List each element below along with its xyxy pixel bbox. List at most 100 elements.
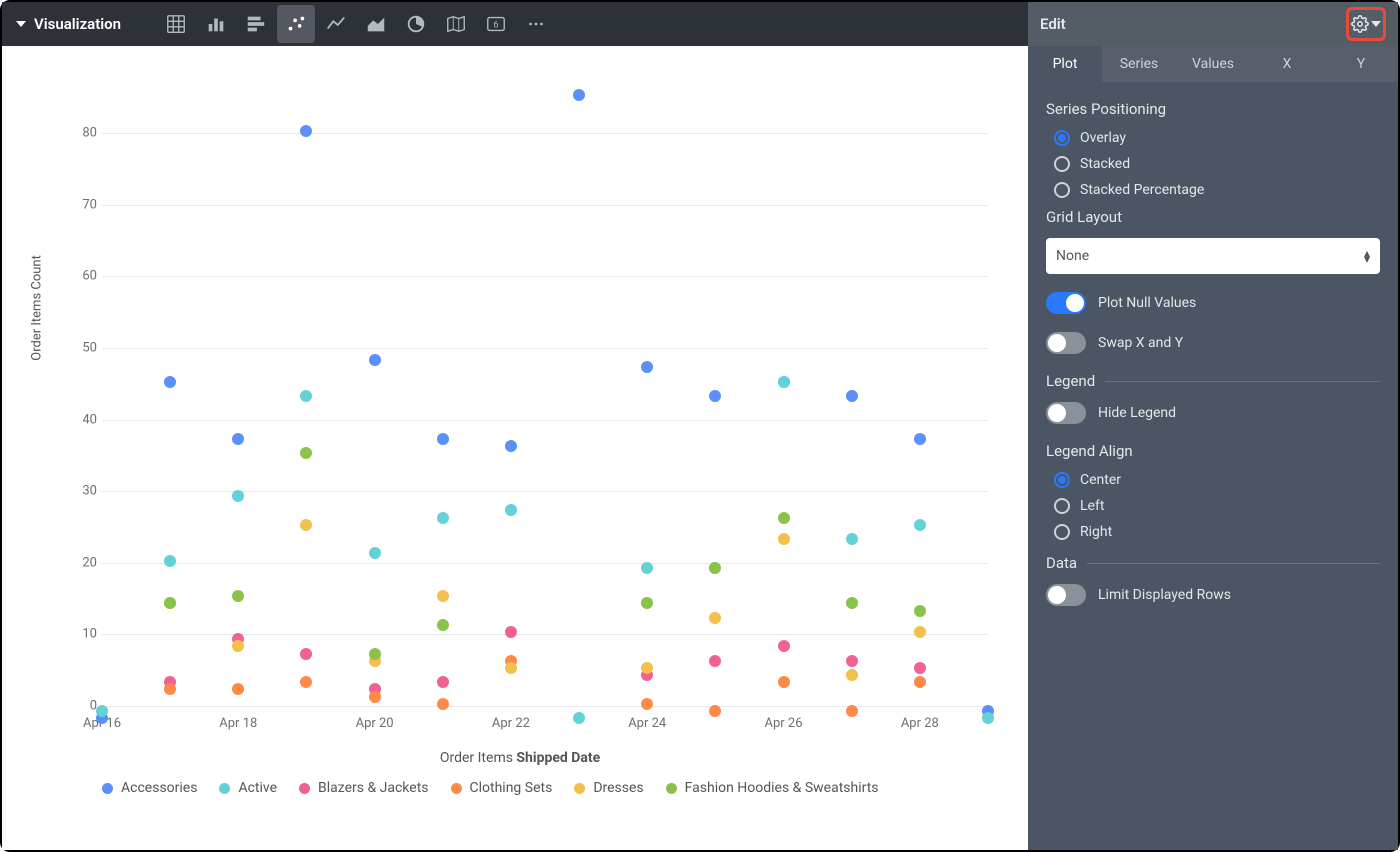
data-point[interactable] (437, 590, 449, 602)
tab-series[interactable]: Series (1102, 46, 1176, 82)
data-point[interactable] (164, 597, 176, 609)
limit-rows-toggle[interactable] (1046, 584, 1086, 606)
chart-type-table[interactable] (157, 5, 195, 43)
chart-type-single[interactable]: 6 (477, 5, 515, 43)
plot-null-toggle[interactable] (1046, 292, 1086, 314)
visualization-title-toggle[interactable]: Visualization (16, 15, 121, 33)
data-point[interactable] (778, 640, 790, 652)
chart-type-bar[interactable] (237, 5, 275, 43)
data-point[interactable] (641, 361, 653, 373)
data-point[interactable] (164, 376, 176, 388)
data-point[interactable] (709, 612, 721, 624)
data-point[interactable] (573, 712, 585, 724)
positioning-option-overlay[interactable]: Overlay (1046, 130, 1380, 146)
data-point[interactable] (437, 619, 449, 631)
data-point[interactable] (846, 655, 858, 667)
legend-align-option-left[interactable]: Left (1046, 498, 1380, 514)
data-point[interactable] (778, 676, 790, 688)
sidebar-title: Edit (1040, 15, 1066, 33)
data-point[interactable] (914, 662, 926, 674)
legend-item[interactable]: Clothing Sets (451, 780, 553, 796)
data-point[interactable] (164, 555, 176, 567)
data-point[interactable] (505, 504, 517, 516)
data-point[interactable] (437, 698, 449, 710)
legend-item[interactable]: Blazers & Jackets (299, 780, 428, 796)
data-point[interactable] (505, 440, 517, 452)
data-point[interactable] (914, 519, 926, 531)
data-point[interactable] (232, 490, 244, 502)
data-point[interactable] (300, 390, 312, 402)
data-point[interactable] (778, 533, 790, 545)
data-point[interactable] (982, 712, 994, 724)
data-point[interactable] (369, 691, 381, 703)
radio-icon (1054, 156, 1070, 172)
data-point[interactable] (914, 433, 926, 445)
chart-type-pie[interactable] (397, 5, 435, 43)
chart-type-line[interactable] (317, 5, 355, 43)
tab-x[interactable]: X (1250, 46, 1324, 82)
data-point[interactable] (846, 597, 858, 609)
data-point[interactable] (164, 683, 176, 695)
tab-plot[interactable]: Plot (1028, 46, 1102, 82)
data-point[interactable] (232, 590, 244, 602)
swap-xy-toggle[interactable] (1046, 332, 1086, 354)
data-point[interactable] (778, 376, 790, 388)
data-point[interactable] (709, 705, 721, 717)
data-point[interactable] (300, 125, 312, 137)
chart-type-scatter[interactable] (277, 5, 315, 43)
data-point[interactable] (300, 447, 312, 459)
y-tick-label: 60 (67, 269, 97, 284)
data-point[interactable] (437, 512, 449, 524)
chart-type-more[interactable] (517, 5, 555, 43)
data-point[interactable] (846, 669, 858, 681)
data-point[interactable] (232, 683, 244, 695)
data-point[interactable] (709, 655, 721, 667)
data-point[interactable] (641, 562, 653, 574)
data-point[interactable] (778, 512, 790, 524)
data-point[interactable] (96, 705, 108, 717)
data-point[interactable] (846, 533, 858, 545)
radio-icon (1054, 498, 1070, 514)
legend-dot-icon (219, 783, 230, 794)
chart-type-column[interactable] (197, 5, 235, 43)
legend-align-option-right[interactable]: Right (1046, 524, 1380, 540)
data-point[interactable] (914, 605, 926, 617)
data-point[interactable] (709, 390, 721, 402)
grid-layout-select[interactable]: None ▴▾ (1046, 238, 1380, 274)
data-point[interactable] (846, 705, 858, 717)
data-point[interactable] (709, 562, 721, 574)
data-point[interactable] (641, 662, 653, 674)
data-point[interactable] (437, 433, 449, 445)
tab-values[interactable]: Values (1176, 46, 1250, 82)
data-point[interactable] (300, 519, 312, 531)
data-point[interactable] (505, 662, 517, 674)
data-point[interactable] (300, 648, 312, 660)
chart-type-area[interactable] (357, 5, 395, 43)
data-point[interactable] (573, 89, 585, 101)
data-point[interactable] (641, 597, 653, 609)
data-point[interactable] (369, 648, 381, 660)
tab-y[interactable]: Y (1324, 46, 1398, 82)
chart-type-map[interactable] (437, 5, 475, 43)
data-point[interactable] (369, 354, 381, 366)
hide-legend-toggle[interactable] (1046, 402, 1086, 424)
data-point[interactable] (232, 640, 244, 652)
data-point[interactable] (369, 547, 381, 559)
legend-align-option-center[interactable]: Center (1046, 472, 1380, 488)
data-point[interactable] (641, 698, 653, 710)
data-point[interactable] (300, 676, 312, 688)
legend-item[interactable]: Accessories (102, 780, 197, 796)
scatter-plot[interactable]: 01020304050607080Apr 16Apr 18Apr 20Apr 2… (102, 76, 988, 706)
legend-item[interactable]: Fashion Hoodies & Sweatshirts (666, 780, 879, 796)
positioning-option-stacked[interactable]: Stacked (1046, 156, 1380, 172)
data-point[interactable] (914, 676, 926, 688)
data-point[interactable] (232, 433, 244, 445)
settings-gear-button[interactable] (1346, 7, 1386, 41)
legend-item[interactable]: Dresses (574, 780, 643, 796)
data-point[interactable] (846, 390, 858, 402)
positioning-option-stacked-percentage[interactable]: Stacked Percentage (1046, 182, 1380, 198)
data-point[interactable] (505, 626, 517, 638)
data-point[interactable] (437, 676, 449, 688)
data-point[interactable] (914, 626, 926, 638)
legend-item[interactable]: Active (219, 780, 277, 796)
